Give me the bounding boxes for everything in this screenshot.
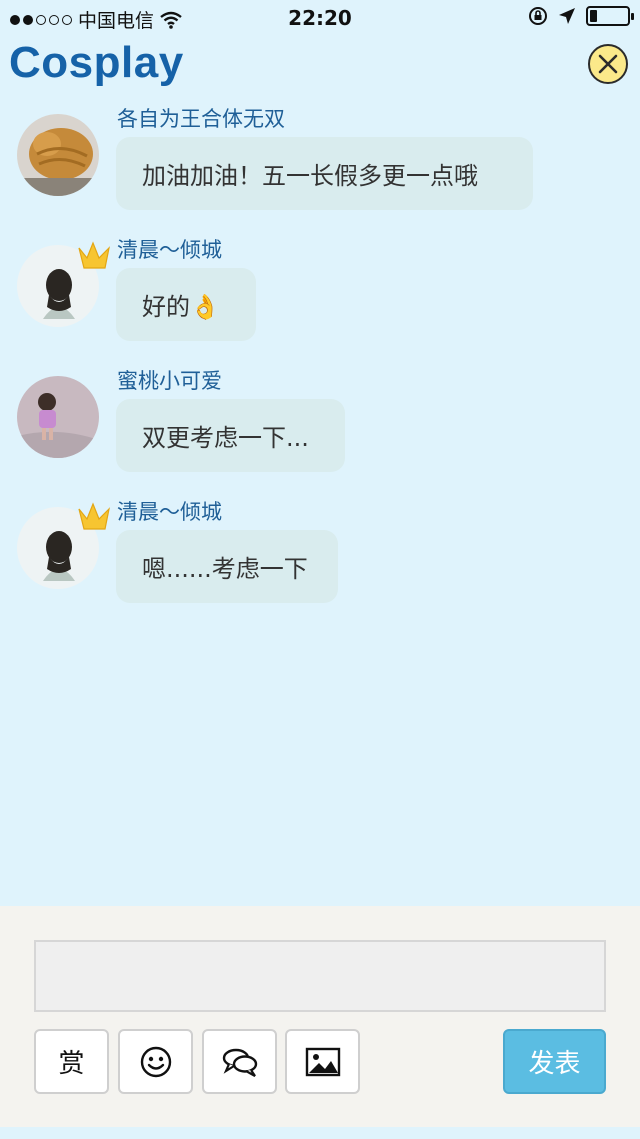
- orientation-lock-icon: [529, 7, 547, 25]
- smiley-icon: [140, 1046, 171, 1077]
- chat-message: 清晨～倾城 好的👌: [0, 230, 640, 350]
- chat-message: 蜜桃小可爱 双更考虑一下...: [0, 361, 640, 481]
- message-input[interactable]: [34, 940, 606, 1012]
- crown-icon: [78, 241, 110, 269]
- status-bar: 中国电信 22:20: [0, 0, 640, 36]
- status-right: [528, 6, 634, 26]
- page-title: Cosplay: [9, 38, 184, 87]
- chat-message: 清晨～倾城 嗯......考虑一下: [0, 492, 640, 612]
- chat-bubbles-icon: [222, 1048, 257, 1077]
- chat-button[interactable]: [202, 1029, 277, 1094]
- message-username[interactable]: 清晨～倾城: [117, 496, 222, 526]
- message-username[interactable]: 清晨～倾城: [117, 234, 222, 264]
- avatar[interactable]: [17, 114, 99, 196]
- battery-icon: [586, 6, 634, 26]
- composer-bar: 赏 发表: [0, 906, 640, 1127]
- image-button[interactable]: [285, 1029, 360, 1094]
- bottom-strip: [0, 1127, 640, 1139]
- message-bubble: 双更考虑一下...: [116, 399, 345, 472]
- reward-label: 赏: [58, 1049, 85, 1079]
- message-bubble: 嗯......考虑一下: [116, 530, 338, 603]
- emoji-button[interactable]: [118, 1029, 193, 1094]
- child-avatar-image: [17, 376, 99, 458]
- crown-icon: [78, 502, 110, 530]
- close-icon: [598, 54, 618, 74]
- image-icon: [305, 1047, 340, 1076]
- cat-avatar-image: [17, 114, 99, 196]
- message-bubble: 好的👌: [116, 268, 256, 341]
- avatar[interactable]: [17, 376, 99, 458]
- location-arrow-icon: [559, 8, 575, 24]
- battery-fill: [590, 10, 597, 22]
- send-label: 发表: [528, 1049, 581, 1079]
- message-username[interactable]: 蜜桃小可爱: [117, 365, 222, 395]
- message-username[interactable]: 各自为王合体无双: [117, 103, 285, 133]
- chat-message: 各自为王合体无双 加油加油！五一长假多更一点哦: [0, 100, 640, 220]
- reward-button[interactable]: 赏: [34, 1029, 109, 1094]
- close-button[interactable]: [588, 44, 628, 84]
- message-bubble: 加油加油！五一长假多更一点哦: [116, 137, 533, 210]
- send-button[interactable]: 发表: [503, 1029, 606, 1094]
